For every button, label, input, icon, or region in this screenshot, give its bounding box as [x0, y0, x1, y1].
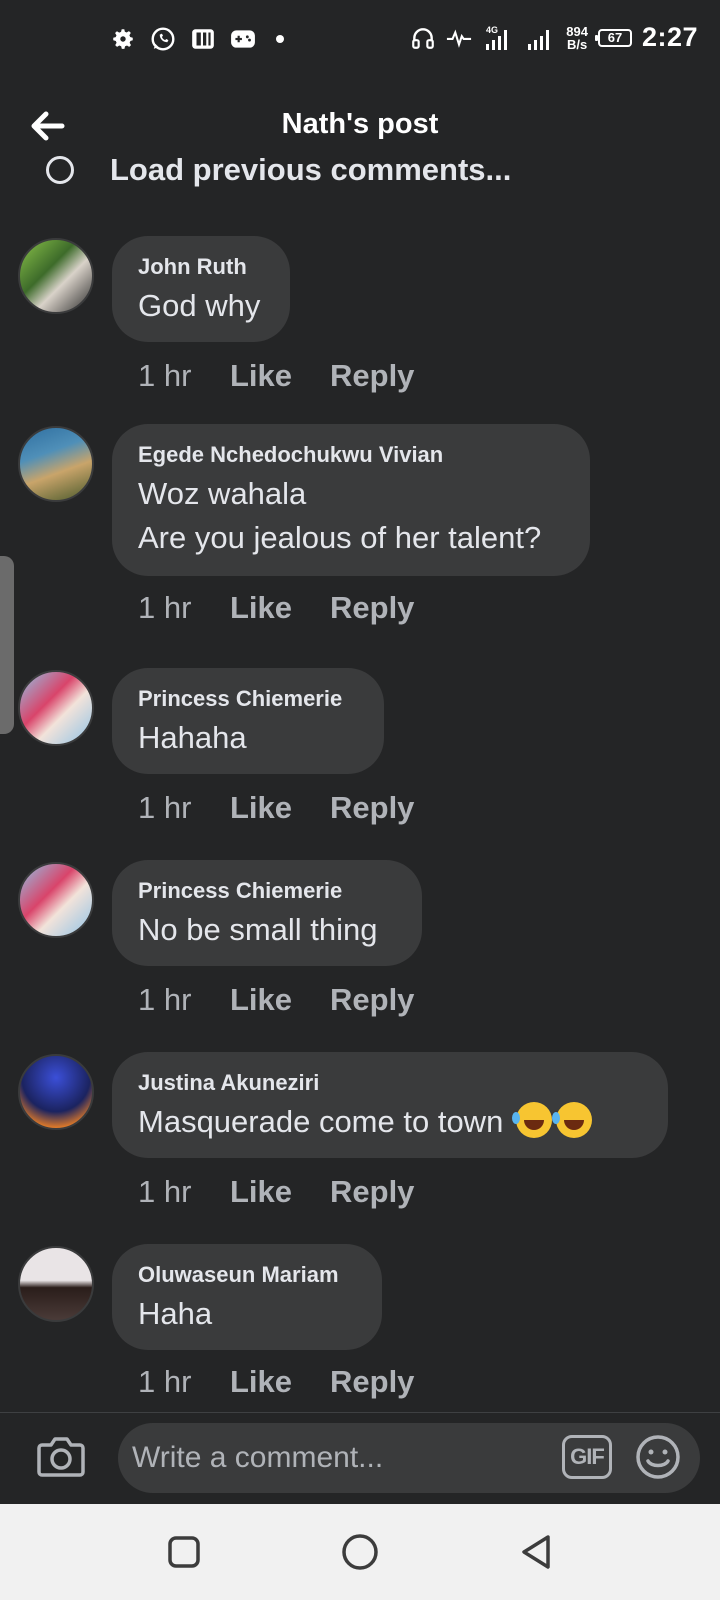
recent-apps-button[interactable]: [164, 1532, 204, 1572]
comment-actions: 1 hr Like Reply: [138, 790, 414, 826]
system-nav-bar: [0, 1504, 720, 1600]
reply-button[interactable]: Reply: [330, 982, 414, 1018]
comment-bubble[interactable]: Oluwaseun Mariam Haha: [112, 1244, 382, 1350]
comment-time: 1 hr: [138, 982, 192, 1017]
comment-actions: 1 hr Like Reply: [138, 358, 414, 394]
post-header: Nath's post: [0, 80, 720, 152]
network-speed-unit: B/s: [566, 36, 588, 52]
battery-icon: 67: [594, 28, 632, 47]
avatar[interactable]: [18, 862, 94, 938]
like-button[interactable]: Like: [230, 1174, 330, 1210]
rolling-on-floor-laughing-emoji-icon: [511, 1102, 552, 1138]
status-right-icons: 4G 894 B/s 67 2:27: [410, 22, 698, 53]
comment-bubble[interactable]: Justina Akuneziri Masquerade come to tow…: [112, 1052, 668, 1158]
back-nav-button[interactable]: [516, 1532, 556, 1572]
whatsapp-icon: [150, 26, 176, 52]
avatar[interactable]: [18, 1054, 94, 1130]
signal-icon-2: [526, 25, 556, 51]
emoji-button[interactable]: [634, 1433, 682, 1481]
comment-input[interactable]: [118, 1423, 700, 1493]
screen: 4G 894 B/s 67 2:27 Load previous comment…: [0, 0, 720, 1600]
camera-icon: [37, 1437, 85, 1477]
like-button[interactable]: Like: [230, 1364, 330, 1400]
comment-actions: 1 hr Like Reply: [138, 1174, 414, 1210]
comment-actions: 1 hr Like Reply: [138, 590, 414, 626]
gear-icon: [110, 26, 136, 52]
headphones-icon: [410, 25, 436, 51]
home-button[interactable]: [340, 1532, 380, 1572]
comment-text: Masquerade come to town: [138, 1100, 642, 1144]
network-speed-value: 894: [566, 23, 588, 39]
avatar[interactable]: [18, 238, 94, 314]
like-button[interactable]: Like: [230, 790, 330, 826]
comment-time: 1 hr: [138, 1364, 192, 1399]
avatar[interactable]: [18, 670, 94, 746]
comment-bubble[interactable]: Princess Chiemerie No be small thing: [112, 860, 422, 966]
comment-bubble[interactable]: Egede Nchedochukwu Vivian Woz wahala Are…: [112, 424, 590, 576]
comment-actions: 1 hr Like Reply: [138, 1364, 414, 1400]
status-bar: 4G 894 B/s 67 2:27: [0, 0, 720, 80]
like-button[interactable]: Like: [230, 590, 330, 626]
status-left-icons: [110, 26, 284, 52]
network-type: 4G: [486, 25, 498, 35]
load-previous-comments[interactable]: Load previous comments...: [46, 152, 686, 192]
comment-text: Are you jealous of her talent?: [138, 520, 542, 555]
avatar[interactable]: [18, 1246, 94, 1322]
comment-author[interactable]: Oluwaseun Mariam: [138, 1262, 356, 1288]
load-previous-icon: [46, 156, 74, 184]
smiley-icon: [636, 1435, 680, 1479]
camera-button[interactable]: [36, 1433, 86, 1479]
gif-button[interactable]: GIF: [562, 1435, 612, 1479]
back-nav-icon: [522, 1535, 550, 1569]
comment-text-content: Masquerade come to town: [138, 1104, 504, 1139]
battery-level: 67: [607, 30, 623, 45]
comment-bubble[interactable]: Princess Chiemerie Hahaha: [112, 668, 384, 774]
reply-button[interactable]: Reply: [330, 590, 414, 626]
reply-button[interactable]: Reply: [330, 790, 414, 826]
comment-author[interactable]: Princess Chiemerie: [138, 686, 358, 712]
avatar[interactable]: [18, 426, 94, 502]
comment-text: Woz wahala: [138, 476, 307, 511]
recent-apps-icon: [168, 1536, 200, 1568]
gamepad-icon: [230, 26, 256, 52]
reply-button[interactable]: Reply: [330, 1174, 414, 1210]
notification-dot-icon: [276, 35, 284, 43]
page-title: Nath's post: [281, 108, 439, 140]
like-button[interactable]: Like: [230, 982, 330, 1018]
load-previous-label: Load previous comments...: [110, 152, 512, 187]
comment-time: 1 hr: [138, 590, 192, 625]
comment-text: No be small thing: [138, 912, 378, 947]
comment-text: Haha: [138, 1296, 213, 1331]
comment-author[interactable]: Justina Akuneziri: [138, 1070, 642, 1096]
like-button[interactable]: Like: [230, 358, 330, 394]
reply-button[interactable]: Reply: [330, 358, 414, 394]
rolling-on-floor-laughing-emoji-icon: [551, 1102, 592, 1138]
comment-author[interactable]: Princess Chiemerie: [138, 878, 396, 904]
edge-panel-handle[interactable]: [0, 556, 14, 734]
comment-time: 1 hr: [138, 358, 192, 393]
activity-icon: [446, 25, 472, 51]
clock: 2:27: [641, 22, 698, 52]
comment-time: 1 hr: [138, 790, 192, 825]
signal-icon: 4G: [482, 25, 516, 51]
comment-text: God why: [138, 288, 261, 323]
network-speed: 894 B/s: [566, 25, 588, 51]
comment-author[interactable]: Egede Nchedochukwu Vivian: [138, 442, 564, 468]
comment-text: Hahaha: [138, 720, 247, 755]
comment-time: 1 hr: [138, 1174, 192, 1209]
comment-bubble[interactable]: John Ruth God why: [112, 236, 290, 342]
comment-actions: 1 hr Like Reply: [138, 982, 414, 1018]
comment-composer: GIF: [0, 1412, 720, 1505]
comment-author[interactable]: John Ruth: [138, 254, 264, 280]
app-icon: [190, 26, 216, 52]
reply-button[interactable]: Reply: [330, 1364, 414, 1400]
home-icon: [342, 1534, 378, 1570]
